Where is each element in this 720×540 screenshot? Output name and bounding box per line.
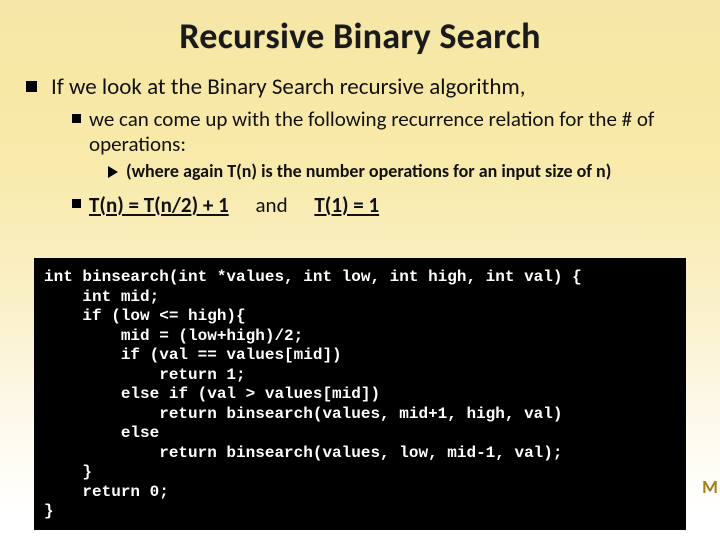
recurrence-part-a: T(n) = T(n/2) + 1 bbox=[89, 192, 229, 218]
arrow-bullet-icon bbox=[108, 166, 118, 178]
slide: Recursive Binary Search If we look at th… bbox=[0, 0, 720, 540]
recurrence-part-b: T(1) = 1 bbox=[314, 192, 379, 218]
bullet-level1-text: If we look at the Binary Search recursiv… bbox=[51, 74, 526, 101]
square-bullet-icon bbox=[72, 199, 81, 208]
bullet-level3: (where again T(n) is the number operatio… bbox=[108, 161, 694, 183]
bullet-level3-text: (where again T(n) is the number operatio… bbox=[126, 161, 611, 183]
bullet-level2: we can come up with the following recurr… bbox=[72, 107, 694, 157]
recurrence-text: T(n) = T(n/2) + 1 and T(1) = 1 bbox=[89, 192, 379, 218]
slide-title: Recursive Binary Search bbox=[26, 14, 694, 58]
bullet-level2-text: we can come up with the following recurr… bbox=[89, 107, 694, 157]
code-block: int binsearch(int *values, int low, int … bbox=[34, 258, 686, 530]
square-bullet-icon bbox=[72, 114, 81, 123]
bullet-recurrence: T(n) = T(n/2) + 1 and T(1) = 1 bbox=[72, 192, 694, 218]
page-watermark: M bbox=[700, 476, 720, 498]
bullet-level1: If we look at the Binary Search recursiv… bbox=[26, 74, 694, 101]
square-bullet-icon bbox=[26, 81, 37, 92]
recurrence-and: and bbox=[233, 192, 309, 218]
